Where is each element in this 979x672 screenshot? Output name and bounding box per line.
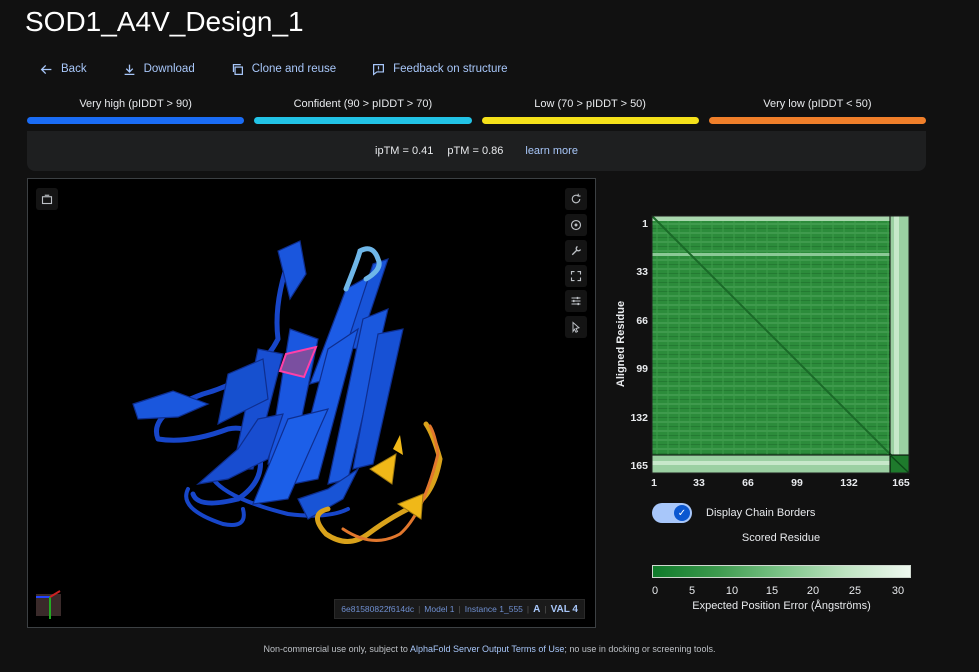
status-id: 6e81580822f614dc — [341, 604, 415, 614]
colorbar-tick: 30 — [891, 585, 905, 597]
colorbar-tick: 10 — [725, 585, 739, 597]
pae-x-tick: 1 — [651, 477, 657, 488]
pae-heatmap[interactable]: 1 33 66 99 132 165 1 33 66 99 132 165 Al… — [598, 178, 979, 488]
status-residue: VAL 4 — [550, 603, 578, 615]
legend-bar — [708, 117, 926, 124]
tools-button[interactable] — [565, 240, 587, 262]
pae-y-tick: 165 — [630, 460, 648, 472]
footer-prefix: Non-commercial use only, subject to — [263, 644, 410, 654]
back-button[interactable]: Back — [30, 61, 97, 78]
viewer-status-bar: 6e81580822f614dc | Model 1 | Instance 1_… — [334, 599, 585, 619]
legend-label: Confident (90 > pIDDT > 70) — [293, 98, 433, 110]
pae-plot-area: 1 33 66 99 132 165 1 33 66 99 132 165 Al… — [598, 178, 979, 628]
spin-button[interactable] — [565, 214, 587, 236]
structure-viewer[interactable]: 6e81580822f614dc | Model 1 | Instance 1_… — [27, 178, 596, 628]
pae-x-tick: 99 — [791, 477, 803, 488]
legend-bar — [27, 117, 245, 124]
pae-y-label: Aligned Residue — [615, 301, 627, 387]
colorbar-tick: 20 — [806, 585, 820, 597]
pae-y-tick: 99 — [636, 363, 648, 375]
ptm-value: pTM = 0.86 — [447, 145, 504, 157]
legend-low: Low (70 > pIDDT > 50) — [481, 98, 699, 124]
pae-x-tick: 132 — [840, 477, 858, 488]
select-mode-button[interactable] — [565, 316, 587, 338]
reset-view-button[interactable] — [565, 188, 587, 210]
legend-bar — [254, 117, 472, 124]
pae-x-tick: 165 — [892, 477, 910, 488]
page-title: SOD1_A4V_Design_1 — [25, 6, 304, 37]
legend-very-high: Very high (pIDDT > 90) — [27, 98, 245, 124]
check-icon: ✓ — [674, 505, 690, 521]
legend-label: Low (70 > pIDDT > 50) — [534, 98, 646, 110]
chain-borders-toggle-row: ✓ Display Chain Borders — [652, 503, 815, 523]
camera-icon — [41, 194, 53, 205]
pae-y-tick: 1 — [642, 218, 648, 230]
iptm-value: ipTM = 0.41 — [375, 145, 434, 157]
settings-button[interactable] — [565, 290, 587, 312]
clone-label: Clone and reuse — [251, 63, 337, 75]
protein-structure — [36, 240, 443, 619]
metrics-panel: ipTM = 0.41 pTM = 0.86 learn more — [27, 131, 926, 171]
legend-very-low: Very low (pIDDT < 50) — [708, 98, 926, 124]
cursor-icon — [572, 321, 581, 333]
colorbar-label: Expected Position Error (Ångströms) — [692, 600, 871, 612]
footer: Non-commercial use only, subject to Alph… — [0, 644, 979, 654]
screenshot-button[interactable] — [36, 188, 58, 210]
legend-confident: Confident (90 > pIDDT > 70) — [254, 98, 472, 124]
pae-colorbar — [652, 565, 911, 578]
pae-x-tick: 66 — [742, 477, 754, 488]
colorbar-tick: 5 — [688, 585, 696, 597]
axes-gizmo — [36, 590, 61, 619]
toolbar: Back Download Clone and reuse Feedback o… — [30, 58, 534, 80]
status-chain: A — [533, 603, 541, 615]
colorbar-tick: 0 — [651, 585, 659, 597]
colorbar-tick: 25 — [848, 585, 862, 597]
pae-x-tick: 33 — [693, 477, 705, 488]
feedback-label: Feedback on structure — [393, 63, 508, 75]
legend-label: Very high (pIDDT > 90) — [79, 98, 192, 110]
pae-y-tick: 33 — [636, 266, 648, 278]
status-instance: Instance 1_555 — [464, 604, 523, 614]
fullscreen-button[interactable] — [565, 265, 587, 287]
pae-y-tick: 66 — [636, 315, 648, 327]
learn-more-link[interactable]: learn more — [525, 145, 578, 157]
colorbar-tick: 15 — [765, 585, 779, 597]
plddt-legend: Very high (pIDDT > 90) Confident (90 > p… — [27, 98, 926, 124]
feedback-icon — [373, 63, 385, 76]
footer-suffix: ; no use in docking or screening tools. — [564, 644, 716, 654]
wrench-icon — [571, 245, 582, 256]
clone-button[interactable]: Clone and reuse — [221, 61, 346, 78]
arrow-left-icon — [40, 64, 52, 74]
feedback-button[interactable]: Feedback on structure — [362, 61, 517, 78]
terms-link[interactable]: AlphaFold Server Output Terms of Use — [410, 644, 564, 654]
back-label: Back — [61, 63, 87, 75]
toggle-label: Display Chain Borders — [706, 507, 816, 519]
refresh-icon — [571, 193, 581, 204]
sliders-icon — [571, 296, 581, 306]
copy-icon — [232, 63, 243, 75]
pae-x-label: Scored Residue — [741, 532, 821, 544]
download-icon — [124, 64, 134, 75]
legend-label: Very low (pIDDT < 50) — [763, 98, 872, 110]
fullscreen-icon — [570, 270, 582, 282]
download-label: Download — [143, 63, 195, 75]
legend-bar — [481, 117, 699, 124]
spin-icon — [570, 219, 582, 231]
pae-y-tick: 132 — [630, 412, 648, 424]
colorbar-ticks: 0 5 10 15 20 25 30 — [652, 585, 911, 597]
status-model: Model 1 — [424, 604, 455, 614]
chain-borders-toggle[interactable]: ✓ — [652, 503, 692, 523]
download-button[interactable]: Download — [113, 61, 205, 78]
